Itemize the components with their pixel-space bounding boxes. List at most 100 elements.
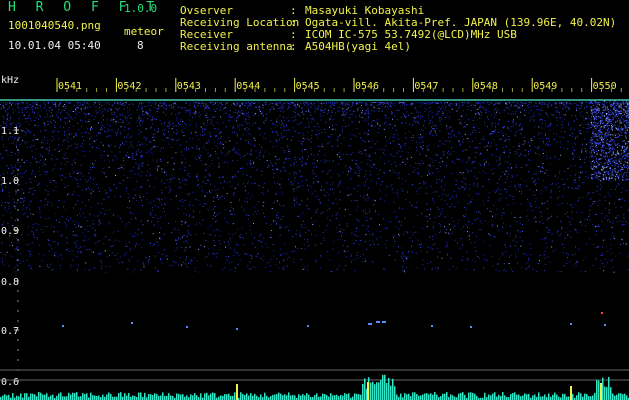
- time-tick-label: 0545: [296, 81, 320, 92]
- level-bar: [232, 395, 234, 400]
- level-bar: [330, 393, 332, 400]
- level-peak: [236, 384, 238, 400]
- level-bar: [434, 392, 436, 400]
- level-bar: [364, 378, 366, 400]
- level-bar: [34, 394, 36, 400]
- level-bar: [582, 396, 584, 400]
- level-bar: [126, 395, 128, 400]
- level-bar: [140, 392, 142, 400]
- level-bar: [134, 396, 136, 400]
- level-bar: [496, 396, 498, 400]
- level-bar: [516, 394, 518, 400]
- level-bar: [12, 393, 14, 400]
- level-bar: [196, 395, 198, 400]
- level-bar: [620, 393, 622, 400]
- level-bar: [44, 394, 46, 400]
- level-bar: [148, 393, 150, 400]
- level-bar: [444, 393, 446, 400]
- hrofft-window: kHz 1.1 1.0 0.9 0.8 0.7 0.6 0541 0542 0543 0544 05…: [0, 0, 629, 400]
- level-bar: [194, 393, 196, 400]
- level-bar: [390, 385, 392, 400]
- level-bar: [294, 395, 296, 400]
- level-bar: [250, 393, 252, 400]
- level-bar: [108, 392, 110, 400]
- level-bar: [440, 396, 442, 400]
- level-bar: [166, 395, 168, 400]
- level-bar: [94, 395, 96, 400]
- time-tick-label: 0550: [593, 81, 617, 92]
- level-bar: [30, 393, 32, 400]
- level-bar: [474, 393, 476, 400]
- time-tick-label: 0549: [533, 81, 557, 92]
- level-bar: [224, 394, 226, 400]
- level-bar: [42, 394, 44, 400]
- level-peak: [570, 386, 572, 400]
- level-bar: [336, 394, 338, 400]
- level-bar: [462, 392, 464, 400]
- level-bar: [558, 396, 560, 400]
- level-bar: [344, 393, 346, 400]
- level-bar: [502, 392, 504, 400]
- level-bar: [324, 394, 326, 400]
- time-tick-label: 0548: [474, 81, 498, 92]
- level-bar: [594, 392, 596, 400]
- level-bar: [304, 395, 306, 400]
- level-bar: [270, 396, 272, 400]
- level-bar: [132, 395, 134, 400]
- level-bar: [418, 395, 420, 400]
- level-bar: [544, 394, 546, 400]
- level-bar: [492, 393, 494, 400]
- level-bar: [384, 374, 386, 400]
- level-bar: [362, 383, 364, 400]
- level-bar: [358, 394, 360, 400]
- level-bar: [18, 396, 20, 400]
- level-bar: [248, 395, 250, 400]
- level-bar: [214, 393, 216, 400]
- level-bar: [472, 392, 474, 400]
- level-bar: [298, 394, 300, 400]
- level-bar: [386, 382, 388, 400]
- noise-field: [0, 100, 629, 273]
- level-bar: [590, 396, 592, 400]
- level-bar: [8, 394, 10, 400]
- level-bar: [138, 392, 140, 400]
- level-bar: [80, 396, 82, 400]
- level-bar: [416, 394, 418, 400]
- level-bar: [618, 393, 620, 400]
- time-tick-label: 0547: [414, 81, 438, 92]
- freq-tick-label: 0.9: [1, 226, 19, 237]
- level-bar: [342, 395, 344, 400]
- level-bar: [382, 374, 384, 400]
- level-bar: [230, 395, 232, 400]
- file-name: 1001040540.png: [8, 19, 101, 32]
- level-bar: [588, 396, 590, 400]
- level-bar: [240, 392, 242, 400]
- level-bar: [500, 396, 502, 400]
- level-bar: [118, 393, 120, 400]
- level-bar: [596, 379, 598, 400]
- level-bar: [604, 386, 606, 400]
- level-bar: [306, 393, 308, 400]
- level-bar: [190, 394, 192, 400]
- time-tick-label: 0542: [117, 81, 141, 92]
- level-bar: [450, 394, 452, 400]
- level-bar: [566, 396, 568, 400]
- spectrogram: kHz1.11.00.90.80.70.6 0541 0542 0543 0544 05…: [0, 75, 629, 400]
- level-bar: [378, 382, 380, 400]
- level-bar: [420, 395, 422, 400]
- level-bar: [290, 395, 292, 400]
- level-bar: [352, 396, 354, 400]
- level-bar: [616, 394, 618, 400]
- app-version: 1.0.0: [124, 2, 158, 15]
- level-bar: [460, 392, 462, 400]
- level-bar: [288, 392, 290, 400]
- level-bar: [76, 392, 78, 400]
- level-bar: [576, 395, 578, 400]
- level-bar: [180, 394, 182, 400]
- time-tick-label: 0543: [177, 81, 201, 92]
- level-bar: [4, 394, 6, 400]
- level-peak: [600, 383, 602, 400]
- level-bar: [280, 393, 282, 400]
- level-bar: [316, 393, 318, 400]
- level-bar: [562, 393, 564, 400]
